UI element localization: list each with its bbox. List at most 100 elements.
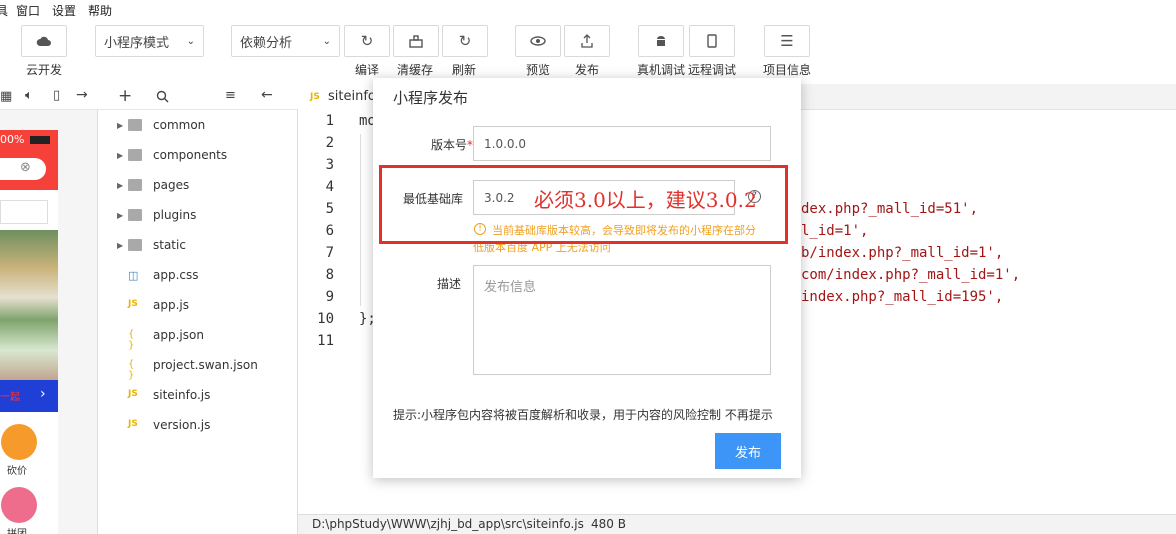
menu-item-settings[interactable]: 设置 (52, 2, 76, 19)
search-pill[interactable]: ⊗ (0, 158, 46, 180)
search-box[interactable] (0, 200, 48, 224)
publish-toolbar-button[interactable] (564, 25, 610, 57)
tree-item-siteinfo-js[interactable]: JS siteinfo.js (98, 380, 298, 410)
tree-item-static[interactable]: ▶ static (98, 230, 298, 260)
menu-item-help[interactable]: 帮助 (88, 2, 112, 19)
folder-icon (128, 209, 142, 221)
file-path: D:\phpStudy\WWW\zjhj_bd_app\src\siteinfo… (312, 517, 584, 531)
volume-icon[interactable]: 🔈︎ (25, 88, 33, 103)
folder-icon (128, 149, 142, 161)
line-number: 7 (325, 245, 334, 261)
tree-item-label: static (153, 238, 186, 252)
phone-status-bar: 00% (0, 130, 58, 150)
tree-item-components[interactable]: ▶ components (98, 140, 298, 170)
menu-item-window[interactable]: 窗口 (16, 2, 40, 19)
bargain-icon[interactable] (1, 424, 37, 460)
refresh-button[interactable]: ↻ (442, 25, 488, 57)
code-string: b/index.php?_mall_id=1', (801, 245, 1004, 261)
js-file-icon: JS (128, 389, 138, 399)
project-info-label: 项目信息 (763, 63, 812, 77)
arrow-left-icon[interactable]: ← (261, 87, 273, 103)
description-textarea[interactable]: 发布信息 (473, 265, 771, 375)
description-label: 描述 (436, 277, 461, 291)
tree-item-label: project.swan.json (153, 358, 258, 372)
tree-item-app-js[interactable]: JS app.js (98, 290, 298, 320)
tree-item-label: app.js (153, 298, 189, 312)
caret-right-icon: ▶ (117, 210, 124, 220)
add-file-icon[interactable]: + (118, 86, 132, 106)
cloud-label: 云开发 (26, 63, 63, 77)
banner-image (0, 230, 58, 380)
promo-text: 一起 (0, 392, 20, 403)
tree-item-version-js[interactable]: JS version.js (98, 410, 298, 440)
dependency-select[interactable]: 依赖分析 ⌄ (231, 25, 340, 57)
group-buy-label: 拼团 (7, 525, 27, 534)
tree-item-project-swan-json[interactable]: { } project.swan.json (98, 350, 298, 381)
line-number: 10 (317, 311, 334, 327)
compile-button[interactable]: ↻ (344, 25, 390, 57)
arrow-right-icon[interactable]: → (76, 87, 88, 103)
annotation-text: 必须3.0以上，建议3.0.2 (534, 188, 757, 212)
battery-text: 00% (0, 133, 25, 146)
mode-select-value: 小程序模式 (104, 35, 170, 51)
device-debug-button[interactable] (638, 25, 684, 57)
cloud-button[interactable] (21, 25, 67, 57)
refresh-cycle-icon: ↻ (360, 32, 374, 50)
publish-button[interactable]: 发布 (715, 433, 781, 469)
tree-item-label: version.js (153, 418, 211, 432)
description-placeholder: 发布信息 (484, 280, 537, 295)
tree-item-label: app.json (153, 328, 204, 342)
project-info-button[interactable]: ☰ (764, 25, 810, 57)
simulator-toolbar: ▦ 🔈︎ ▯ → (0, 84, 98, 110)
search-icon[interactable] (156, 90, 169, 103)
line-number: 3 (325, 157, 334, 173)
dialog-title: 小程序发布 (393, 89, 469, 107)
caret-right-icon: ▶ (117, 240, 124, 250)
collapse-all-icon[interactable]: ≡ (225, 88, 236, 103)
phone-icon (707, 34, 717, 48)
tree-item-label: plugins (153, 208, 197, 222)
folder-icon (128, 239, 142, 251)
hint-text: 提示:小程序包内容将被百度解析和收录，用于内容的风险控制 不再提示 (393, 406, 773, 423)
rotate-icon[interactable]: ▯ (53, 88, 60, 103)
line-number: 2 (325, 135, 334, 151)
code-string: com/index.php?_mall_id=1', (801, 267, 1021, 283)
upload-icon (581, 34, 593, 48)
js-file-icon: JS (310, 92, 320, 102)
no-remind-link[interactable]: 不再提示 (725, 408, 773, 422)
file-tree: ▶ common ▶ components ▶ pages ▶ plugins … (98, 110, 298, 534)
chevron-down-icon: ⌄ (322, 35, 331, 47)
line-number: 8 (325, 267, 334, 283)
caret-right-icon: ▶ (117, 180, 124, 190)
close-circle-icon[interactable]: ⊗ (20, 160, 31, 175)
tree-item-pages[interactable]: ▶ pages (98, 170, 298, 200)
chevron-right-icon: › (40, 386, 46, 402)
line-number: 6 (325, 223, 334, 239)
tree-item-plugins[interactable]: ▶ plugins (98, 200, 298, 230)
tree-item-label: components (153, 148, 228, 162)
status-bar: D:\phpStudy\WWW\zjhj_bd_app\src\siteinfo… (298, 514, 1176, 534)
file-tree-toolbar: + ≡ ← (98, 84, 298, 110)
grid-icon[interactable]: ▦ (0, 89, 12, 104)
preview-button[interactable] (515, 25, 561, 57)
menu-item-tools[interactable]: 具 (0, 2, 8, 19)
remote-debug-button[interactable] (689, 25, 735, 57)
group-buy-icon[interactable] (1, 487, 37, 523)
phone-screen: 00% ⊗ 一起 › 砍价 拼团 (0, 130, 58, 534)
caret-right-icon: ▶ (117, 150, 124, 160)
editor-tab-label: siteinfo. (328, 89, 380, 104)
promo-bar[interactable]: 一起 › (0, 380, 58, 412)
version-input[interactable]: 1.0.0.0 (473, 126, 771, 161)
preview-label: 预览 (526, 63, 551, 77)
code-string: index.php?_mall_id=195', (801, 289, 1004, 305)
mode-select[interactable]: 小程序模式 ⌄ (95, 25, 204, 57)
tree-item-app-json[interactable]: { } app.json (98, 320, 298, 351)
menu-icon: ☰ (780, 32, 794, 50)
js-file-icon: JS (128, 299, 138, 309)
tree-item-app-css[interactable]: ◫ app.css (98, 260, 298, 290)
clear-cache-button[interactable] (393, 25, 439, 57)
code-line-5: dex.php?_mall_id=51', (801, 201, 978, 217)
js-file-icon: JS (128, 419, 138, 429)
tree-item-common[interactable]: ▶ common (98, 110, 298, 140)
indent-guide (360, 134, 361, 306)
